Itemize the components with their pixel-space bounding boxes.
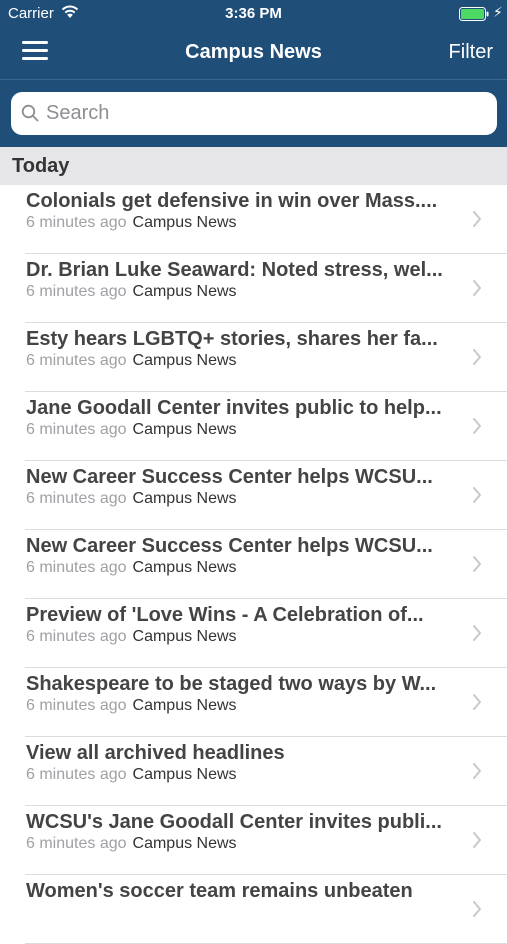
article-meta: 6 minutes ago Campus News	[26, 697, 237, 715]
article-time: 6 minutes ago	[26, 835, 127, 852]
article-source: Campus News	[132, 214, 237, 231]
filter-button[interactable]: Filter	[449, 41, 493, 64]
chevron-right-icon	[473, 763, 481, 779]
list-item[interactable]: New Career Success Center helps WCSU... 6…	[0, 530, 507, 599]
article-source: Campus News	[132, 559, 237, 576]
article-source: Campus News	[132, 352, 237, 369]
article-source: Campus News	[132, 697, 237, 714]
article-time: 6 minutes ago	[26, 214, 127, 231]
page-title: Campus News	[185, 41, 322, 63]
chevron-right-icon	[473, 487, 481, 503]
article-time: 6 minutes ago	[26, 766, 127, 783]
status-time: 3:36 PM	[225, 5, 282, 22]
search-input[interactable]	[46, 98, 486, 128]
chevron-right-icon	[473, 211, 481, 227]
section-title: Today	[12, 155, 70, 177]
article-meta: 6 minutes ago Campus News	[26, 766, 237, 784]
article-time: 6 minutes ago	[26, 490, 127, 507]
list-item[interactable]: Colonials get defensive in win over Mass…	[0, 185, 507, 254]
list-item[interactable]: View all archived headlines 6 minutes ago…	[0, 737, 507, 806]
list-item[interactable]: Esty hears LGBTQ+ stories, shares her fa…	[0, 323, 507, 392]
article-list: Colonials get defensive in win over Mass…	[0, 185, 507, 944]
chevron-right-icon	[473, 694, 481, 710]
list-item[interactable]: Shakespeare to be staged two ways by W..…	[0, 668, 507, 737]
article-title: Shakespeare to be staged two ways by W..…	[26, 673, 437, 695]
charging-bolt-icon: ⚡	[493, 4, 503, 20]
article-title: WCSU's Jane Goodall Center invites publi…	[26, 811, 442, 833]
article-meta: 6 minutes ago Campus News	[26, 559, 237, 577]
article-title: New Career Success Center helps WCSU...	[26, 535, 433, 557]
nav-divider	[0, 79, 507, 80]
article-title: Dr. Brian Luke Seaward: Noted stress, we…	[26, 259, 443, 281]
list-item[interactable]: Jane Goodall Center invites public to he…	[0, 392, 507, 461]
article-source: Campus News	[132, 628, 237, 645]
status-bar: Carrier 3:36 PM ⚡	[0, 0, 507, 28]
article-title: Preview of 'Love Wins - A Celebration of…	[26, 604, 424, 626]
list-item[interactable]: Preview of 'Love Wins - A Celebration of…	[0, 599, 507, 668]
search-icon	[21, 104, 39, 122]
list-item[interactable]: Women's soccer team remains unbeaten	[0, 875, 507, 944]
chevron-right-icon	[473, 556, 481, 572]
article-meta: 6 minutes ago Campus News	[26, 628, 237, 646]
article-meta: 6 minutes ago Campus News	[26, 214, 237, 232]
chevron-right-icon	[473, 280, 481, 296]
chevron-right-icon	[473, 901, 481, 917]
search-bar[interactable]	[11, 92, 497, 135]
section-header: Today	[0, 147, 507, 185]
article-meta	[26, 904, 32, 922]
article-time: 6 minutes ago	[26, 697, 127, 714]
article-source: Campus News	[132, 766, 237, 783]
header: Carrier 3:36 PM ⚡ Campus News Filter	[0, 0, 507, 147]
article-time: 6 minutes ago	[26, 283, 127, 300]
battery-icon	[459, 7, 489, 21]
article-title: Colonials get defensive in win over Mass…	[26, 190, 438, 212]
list-item[interactable]: Dr. Brian Luke Seaward: Noted stress, we…	[0, 254, 507, 323]
article-meta: 6 minutes ago Campus News	[26, 421, 237, 439]
article-meta: 6 minutes ago Campus News	[26, 283, 237, 301]
article-meta: 6 minutes ago Campus News	[26, 835, 237, 853]
article-title: View all archived headlines	[26, 742, 285, 764]
article-source: Campus News	[132, 421, 237, 438]
article-meta: 6 minutes ago Campus News	[26, 490, 237, 508]
article-title: New Career Success Center helps WCSU...	[26, 466, 433, 488]
article-source: Campus News	[132, 835, 237, 852]
article-time: 6 minutes ago	[26, 421, 127, 438]
article-title: Jane Goodall Center invites public to he…	[26, 397, 442, 419]
article-source: Campus News	[132, 490, 237, 507]
navigation-bar: Campus News Filter	[0, 28, 507, 78]
chevron-right-icon	[473, 832, 481, 848]
list-item[interactable]: WCSU's Jane Goodall Center invites publi…	[0, 806, 507, 875]
article-time: 6 minutes ago	[26, 352, 127, 369]
chevron-right-icon	[473, 625, 481, 641]
article-source: Campus News	[132, 283, 237, 300]
article-title: Esty hears LGBTQ+ stories, shares her fa…	[26, 328, 438, 350]
article-time: 6 minutes ago	[26, 628, 127, 645]
article-meta: 6 minutes ago Campus News	[26, 352, 237, 370]
article-time: 6 minutes ago	[26, 559, 127, 576]
chevron-right-icon	[473, 418, 481, 434]
list-item[interactable]: New Career Success Center helps WCSU... 6…	[0, 461, 507, 530]
chevron-right-icon	[473, 349, 481, 365]
